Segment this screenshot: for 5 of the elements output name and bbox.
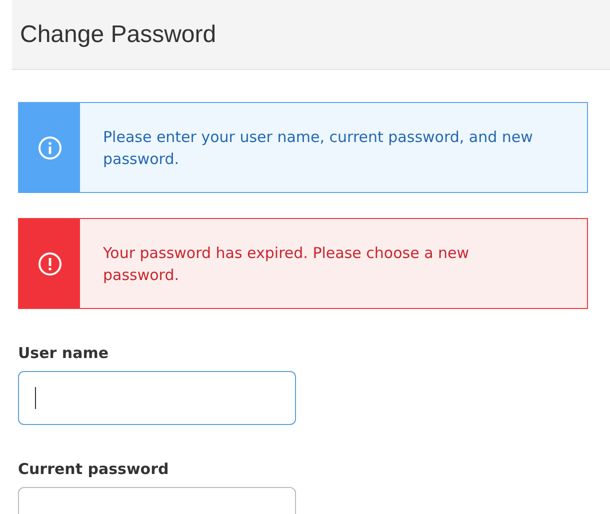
alert-message: Your password has expired. Please choose a new password. — [103, 242, 470, 286]
field-label: Current password — [18, 460, 169, 478]
page-title: Change Password — [20, 20, 216, 48]
field-label: User name — [18, 344, 109, 362]
alert-message: Please enter your user name, current password, and new password. — [103, 126, 534, 170]
